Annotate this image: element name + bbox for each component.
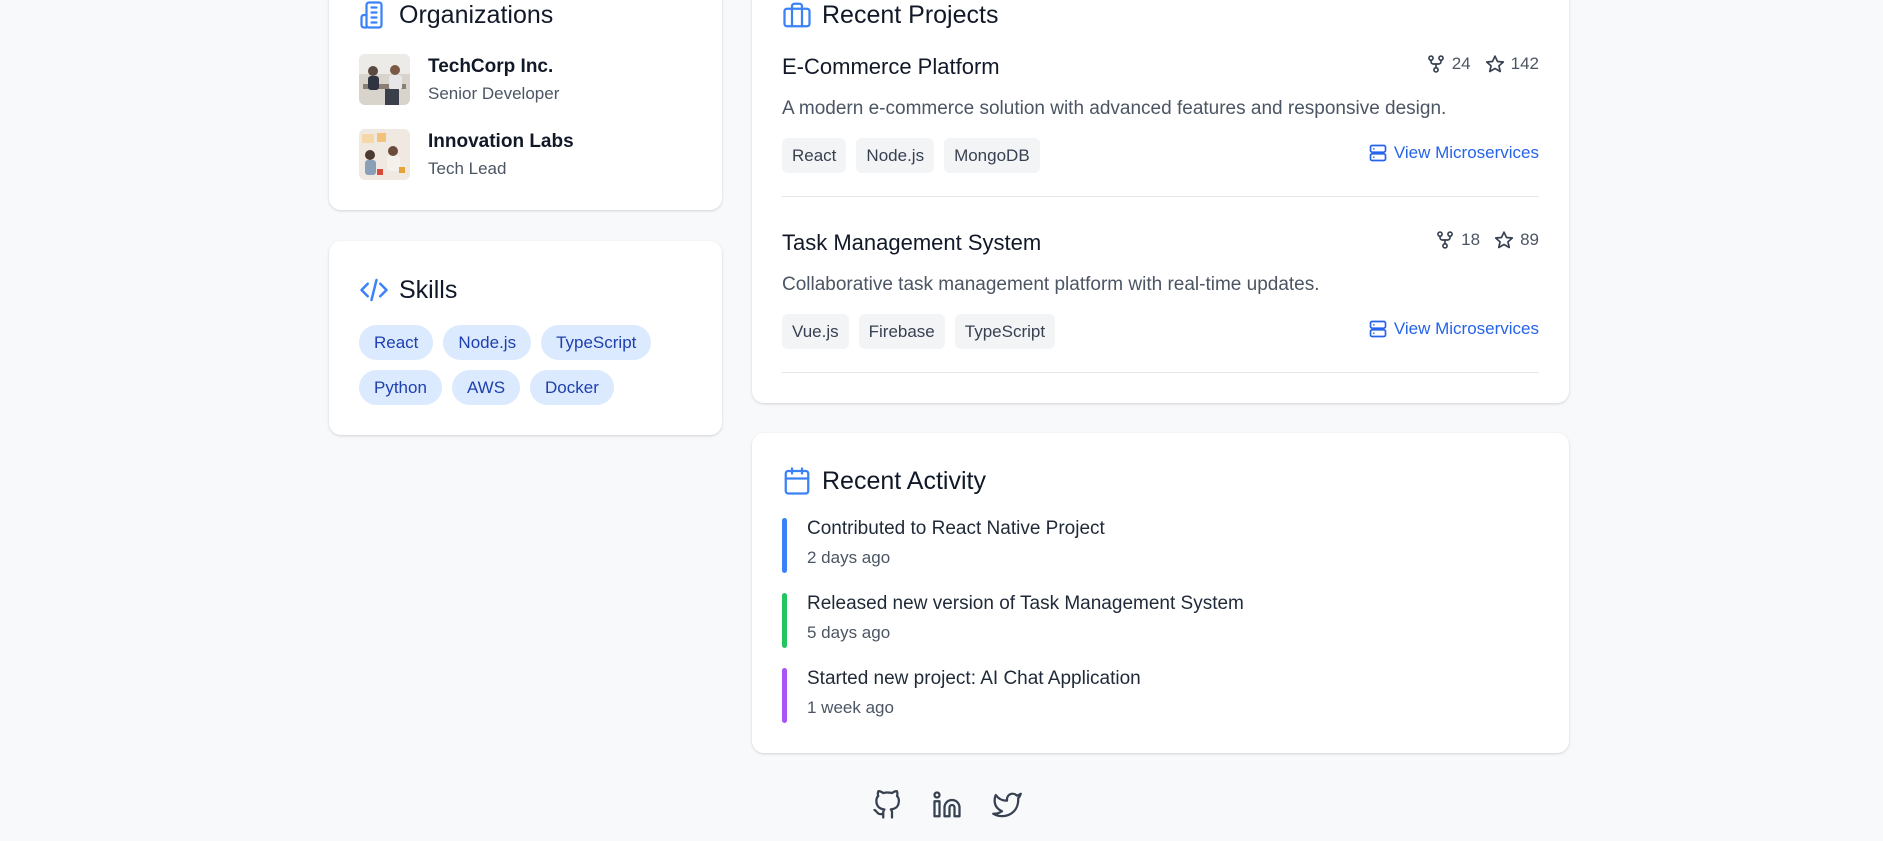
project-stats: 24 142 xyxy=(1426,54,1539,74)
activity-indicator xyxy=(782,593,787,648)
organization-name: Innovation Labs xyxy=(428,130,574,152)
star-icon xyxy=(1494,231,1514,249)
activity-header: Recent Activity xyxy=(782,466,986,496)
organization-thumbnail xyxy=(359,129,410,180)
activity-title: Recent Activity xyxy=(822,466,986,495)
projects-header: Recent Projects xyxy=(782,0,998,30)
project-tags: Vue.js Firebase TypeScript xyxy=(782,314,1056,349)
activity-time: 2 days ago xyxy=(807,548,891,567)
projects-card: Recent Projects E-Commerce Platform 24 1… xyxy=(752,0,1569,403)
building-icon xyxy=(359,0,389,30)
tech-tag: Vue.js xyxy=(782,314,849,349)
organizations-title: Organizations xyxy=(399,0,554,29)
calendar-icon xyxy=(782,466,812,496)
server-icon xyxy=(1369,320,1387,338)
project-divider xyxy=(782,372,1539,373)
activity-text: Released new version of Task Management … xyxy=(807,593,1244,614)
skills-header: Skills xyxy=(359,275,457,305)
project-stats: 18 89 xyxy=(1435,230,1539,250)
tech-tag: React xyxy=(782,138,847,173)
skills-title: Skills xyxy=(399,275,458,304)
view-microservices-link[interactable]: View Microservices xyxy=(1368,319,1539,339)
project-name[interactable]: Task Management System xyxy=(782,230,1041,256)
tech-tag: Node.js xyxy=(856,138,935,173)
tech-tag: TypeScript xyxy=(954,314,1056,349)
organizations-header: Organizations xyxy=(359,0,553,30)
activity-indicator xyxy=(782,518,787,573)
skill-tag: Python xyxy=(359,370,442,405)
project-tags: React Node.js MongoDB xyxy=(782,138,1040,173)
activity-item: Started new project: AI Chat Application… xyxy=(782,668,1141,723)
linkedin-icon[interactable] xyxy=(932,790,962,820)
project-item: E-Commerce Platform 24 142 A modern e-co… xyxy=(782,54,1539,173)
organization-item[interactable]: TechCorp Inc. Senior Developer xyxy=(359,54,559,105)
social-links xyxy=(872,790,1022,820)
stars-count: 142 xyxy=(1510,54,1539,73)
skills-list: React Node.js TypeScript Python AWS Dock… xyxy=(359,325,689,405)
project-item: Task Management System 18 89 Collaborati… xyxy=(782,230,1539,349)
organization-thumbnail xyxy=(359,54,410,105)
organization-item[interactable]: Innovation Labs Tech Lead xyxy=(359,129,574,180)
stars-count: 89 xyxy=(1520,230,1539,249)
server-icon xyxy=(1369,144,1387,162)
forks-stat: 18 xyxy=(1435,230,1480,250)
activity-item: Released new version of Task Management … xyxy=(782,593,1244,648)
stars-stat: 142 xyxy=(1485,54,1539,74)
github-icon[interactable] xyxy=(872,790,902,820)
fork-icon xyxy=(1427,55,1444,73)
forks-count: 24 xyxy=(1451,54,1471,73)
stars-stat: 89 xyxy=(1494,230,1539,250)
skill-tag: React xyxy=(359,325,434,360)
activity-time: 5 days ago xyxy=(807,623,891,642)
skill-tag: Docker xyxy=(530,370,614,405)
skills-card: Skills React Node.js TypeScript Python A… xyxy=(329,241,722,435)
briefcase-icon xyxy=(782,0,812,30)
activity-item: Contributed to React Native Project 2 da… xyxy=(782,518,1105,573)
view-microservices-label: View Microservices xyxy=(1393,319,1539,338)
view-microservices-label: View Microservices xyxy=(1393,143,1539,162)
skill-tag: AWS xyxy=(451,370,521,405)
organization-name: TechCorp Inc. xyxy=(428,55,554,77)
forks-stat: 24 xyxy=(1426,54,1471,74)
forks-count: 18 xyxy=(1461,230,1481,249)
skill-tag: TypeScript xyxy=(541,325,652,360)
tech-tag: Firebase xyxy=(858,314,945,349)
organization-role: Tech Lead xyxy=(428,158,507,178)
code-icon xyxy=(359,275,389,305)
project-description: Collaborative task management platform w… xyxy=(782,274,1320,295)
skill-tag: Node.js xyxy=(443,325,532,360)
activity-time: 1 week ago xyxy=(807,698,894,717)
projects-title: Recent Projects xyxy=(822,0,999,29)
project-divider xyxy=(782,196,1539,197)
star-icon xyxy=(1485,55,1504,73)
tech-tag: MongoDB xyxy=(944,138,1040,173)
organizations-card: Organizations TechCorp Inc. Senior Devel… xyxy=(329,0,722,210)
view-microservices-link[interactable]: View Microservices xyxy=(1368,143,1539,163)
activity-card: Recent Activity Contributed to React Nat… xyxy=(752,433,1569,753)
project-description: A modern e-commerce solution with advanc… xyxy=(782,98,1447,119)
activity-text: Started new project: AI Chat Application xyxy=(807,668,1141,689)
organization-role: Senior Developer xyxy=(428,83,560,103)
twitter-icon[interactable] xyxy=(992,790,1022,820)
activity-text: Contributed to React Native Project xyxy=(807,518,1105,539)
project-name[interactable]: E-Commerce Platform xyxy=(782,54,1000,80)
activity-indicator xyxy=(782,668,787,723)
fork-icon xyxy=(1437,231,1454,249)
